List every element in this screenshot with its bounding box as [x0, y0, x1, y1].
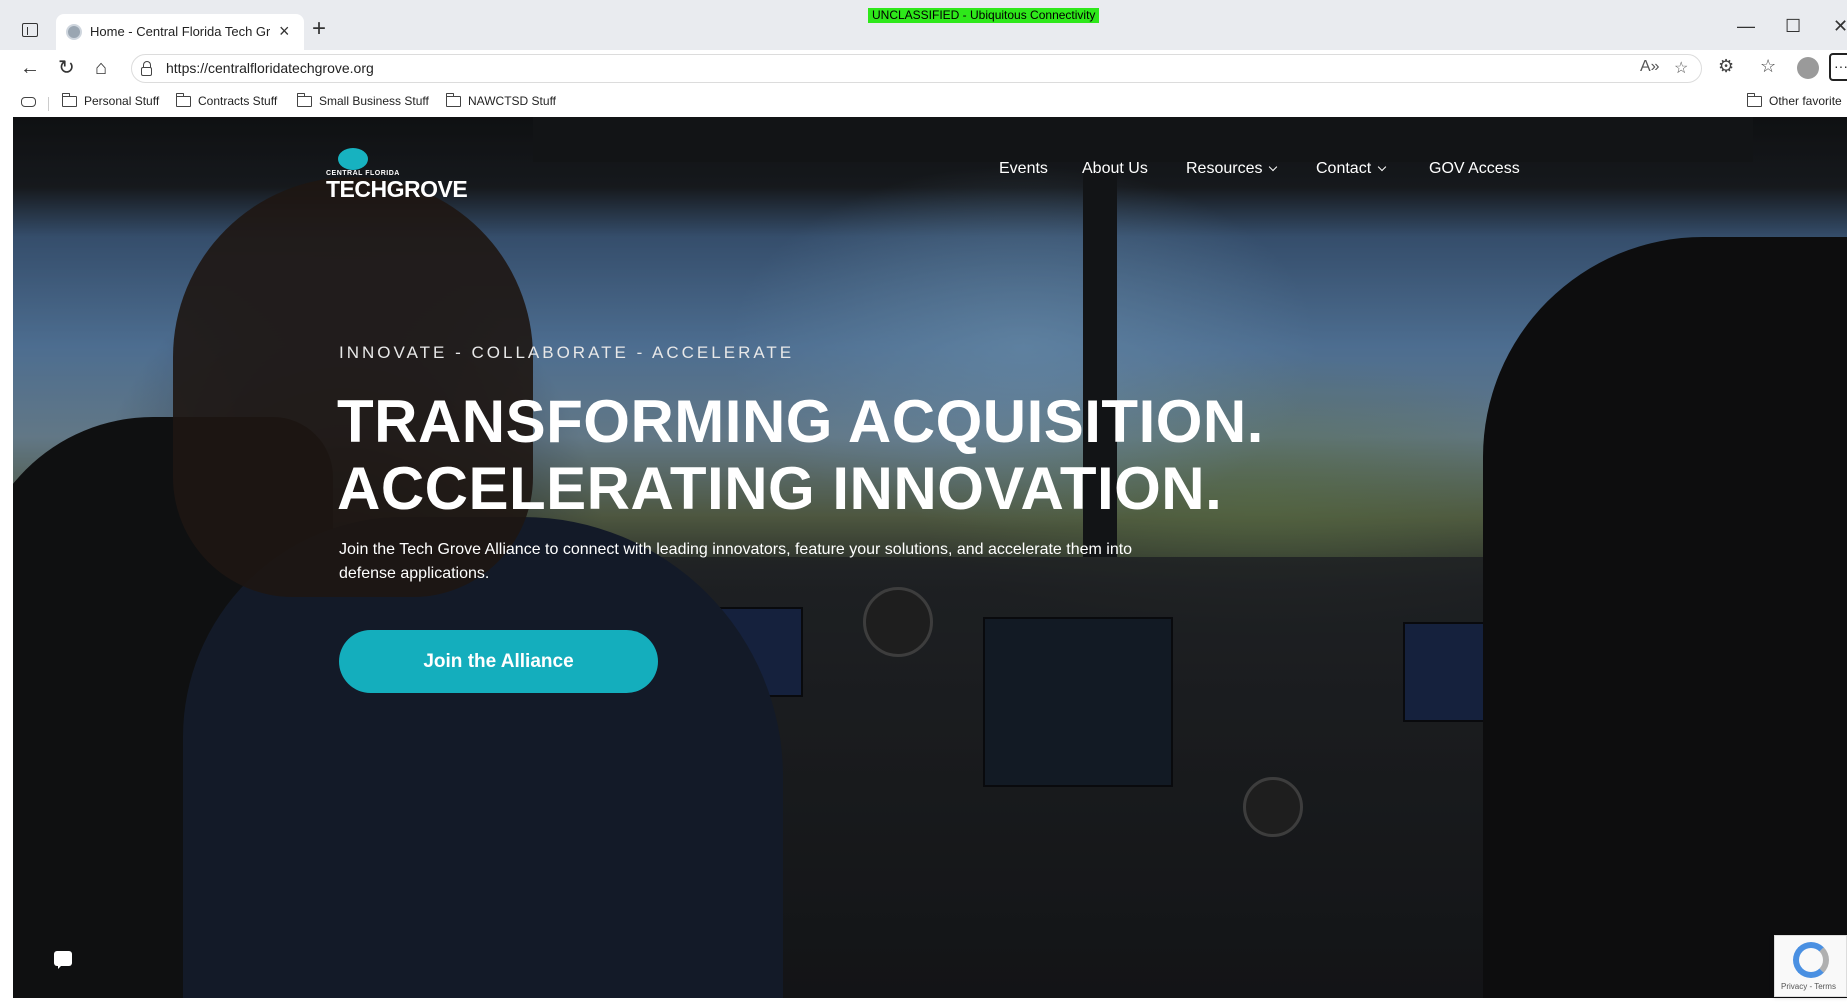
favorite-label: Personal Stuff — [84, 94, 160, 108]
favorite-star-icon[interactable]: ☆ — [1674, 58, 1688, 78]
maximize-icon[interactable]: ☐ — [1785, 16, 1801, 36]
favorite-label: Contracts Stuff — [198, 94, 278, 108]
hero-headline-line-1: TRANSFORMING ACQUISITION. — [337, 388, 1264, 455]
folder-icon — [296, 92, 312, 107]
nav-contact[interactable]: Contact — [1316, 160, 1387, 178]
other-favorites-label: Other favorite — [1769, 94, 1842, 108]
tab-close-icon[interactable]: × — [279, 21, 290, 41]
nav-label: GOV Access — [1429, 160, 1520, 177]
nav-gov-access[interactable]: GOV Access — [1429, 160, 1520, 178]
profile-avatar[interactable] — [1797, 57, 1819, 79]
nav-label: Contact — [1316, 160, 1372, 177]
recaptcha-links[interactable]: Privacy - Terms — [1781, 982, 1836, 991]
extensions-icon[interactable]: ⚙ — [1718, 56, 1734, 77]
chevron-down-icon — [1269, 162, 1278, 172]
chevron-down-icon — [1377, 162, 1387, 172]
hero-headline: TRANSFORMING ACQUISITION. ACCELERATING I… — [337, 388, 1264, 522]
favorite-contracts-stuff[interactable]: Contracts Stuff — [175, 92, 278, 108]
favorite-small-business-stuff[interactable]: Small Business Stuff — [296, 92, 429, 108]
nav-label: Resources — [1186, 160, 1263, 177]
tab-active[interactable]: Home - Central Florida Tech Grov × — [56, 14, 304, 50]
hero-headline-line-2: ACCELERATING INNOVATION. — [337, 455, 1223, 522]
nav-events[interactable]: Events — [999, 160, 1048, 178]
reading-list-icon[interactable] — [21, 97, 36, 107]
favorite-label: NAWCTSD Stuff — [468, 94, 557, 108]
logo-title: TECHGROVE — [326, 176, 468, 202]
nav-about-us[interactable]: About Us — [1082, 160, 1148, 178]
classification-banner: UNCLASSIFIED - Ubiquitous Connectivity — [868, 8, 1100, 23]
read-aloud-icon[interactable]: A» — [1640, 58, 1660, 76]
folder-icon — [445, 92, 461, 107]
tree-icon — [338, 148, 368, 170]
title-bar: UNCLASSIFIED - Ubiquitous Connectivity H… — [0, 0, 1847, 50]
favorites-divider — [48, 97, 49, 111]
folder-icon — [175, 92, 191, 107]
chat-icon[interactable] — [54, 951, 72, 969]
new-tab-icon[interactable]: + — [312, 17, 326, 41]
address-bar[interactable]: https://centralfloridatechgrove.org A» ☆ — [131, 54, 1702, 83]
nav-label: Events — [999, 160, 1048, 177]
back-icon[interactable]: ← — [20, 56, 40, 80]
minimize-icon[interactable]: — — [1737, 16, 1755, 36]
browser-toolbar: ← ↻ ⌂ https://centralfloridatechgrove.or… — [0, 50, 1847, 87]
hero-description: Join the Tech Grove Alliance to connect … — [339, 541, 1133, 582]
folder-icon — [1746, 92, 1762, 107]
site-logo[interactable]: CENTRAL FLORIDA TECHGROVE — [326, 148, 468, 202]
folder-icon — [61, 92, 77, 107]
close-window-icon[interactable]: ✕ — [1833, 16, 1847, 36]
favorite-label: Small Business Stuff — [319, 94, 429, 108]
other-favorites[interactable]: Other favorite — [1746, 92, 1842, 108]
home-icon[interactable]: ⌂ — [95, 56, 107, 80]
url-text[interactable]: https://centralfloridatechgrove.org — [166, 60, 374, 76]
browser-window: UNCLASSIFIED - Ubiquitous Connectivity H… — [0, 0, 1847, 1004]
nav-label: About Us — [1082, 160, 1148, 177]
tab-title: Home - Central Florida Tech Grov — [90, 24, 270, 39]
lock-icon[interactable] — [141, 61, 152, 76]
favorites-bar: Personal Stuff Contracts Stuff Small Bus… — [0, 87, 1847, 117]
site-favicon-icon — [66, 24, 82, 40]
favorite-nawctsd-stuff[interactable]: NAWCTSD Stuff — [445, 92, 557, 108]
nav-resources[interactable]: Resources — [1186, 160, 1278, 178]
hero-eyebrow: INNOVATE - COLLABORATE - ACCELERATE — [339, 343, 795, 362]
favorites-icon[interactable]: ☆ — [1760, 56, 1776, 77]
refresh-icon[interactable]: ↻ — [58, 56, 75, 80]
more-menu-icon[interactable]: ··· — [1829, 53, 1847, 81]
tab-actions-icon[interactable] — [22, 23, 38, 37]
favorite-personal-stuff[interactable]: Personal Stuff — [61, 92, 160, 108]
recaptcha-icon — [1793, 942, 1829, 978]
join-alliance-button[interactable]: Join the Alliance — [339, 630, 658, 693]
recaptcha-badge[interactable]: Privacy - Terms — [1774, 935, 1847, 997]
